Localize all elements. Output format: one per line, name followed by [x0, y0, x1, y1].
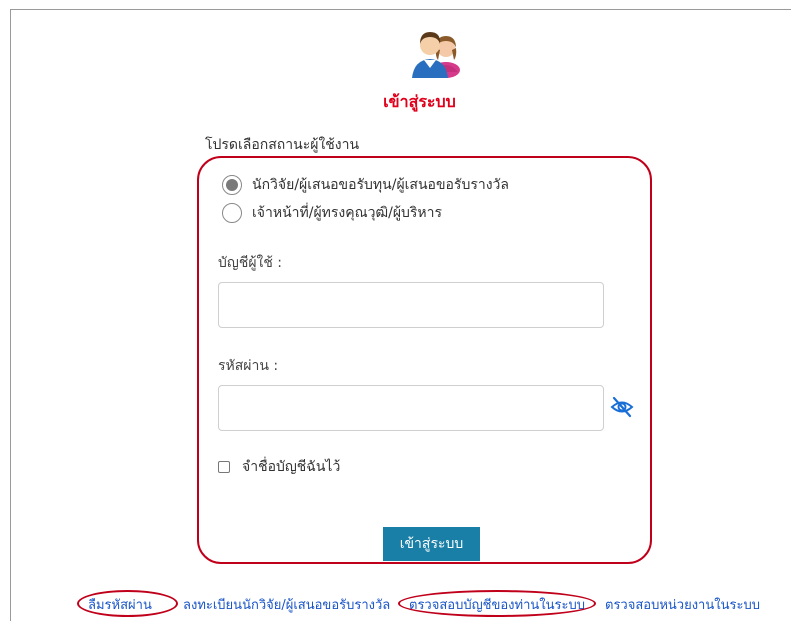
forgot-password-link[interactable]: ลืมรหัสผ่าน [88, 594, 152, 615]
remember-me-checkbox[interactable] [218, 461, 230, 473]
register-link[interactable]: ลงทะเบียนนักวิจัย/ผู้เสนอขอรับรางวัล [183, 594, 390, 615]
radio-label-researcher: นักวิจัย/ผู้เสนอขอรับทุน/ผู้เสนอขอรับราง… [252, 177, 509, 193]
login-button[interactable]: เข้าสู่ระบบ [383, 527, 480, 561]
remember-me-row[interactable]: จำชื่อบัญชีฉันไว้ [218, 456, 340, 478]
radio-label-staff: เจ้าหน้าที่/ผู้ทรงคุณวุฒิ/ผู้บริหาร [252, 205, 443, 221]
radio-button-researcher[interactable] [222, 175, 242, 195]
password-label: รหัสผ่าน : [218, 358, 279, 374]
radio-option-researcher[interactable]: นักวิจัย/ผู้เสนอขอรับทุน/ผู้เสนอขอรับราง… [222, 174, 509, 196]
check-account-link[interactable]: ตรวจสอบบัญชีของท่านในระบบ [409, 594, 585, 615]
username-label: บัญชีผู้ใช้ : [218, 255, 283, 271]
footer-links: ลืมรหัสผ่าน ลงทะเบียนนักวิจัย/ผู้เสนอขอร… [0, 594, 791, 616]
page-title: เข้าสู่ระบบ [383, 92, 456, 111]
remember-me-label: จำชื่อบัญชีฉันไว้ [242, 459, 341, 475]
login-page: เข้าสู่ระบบ โปรดเลือกสถานะผู้ใช้งาน นักว… [0, 0, 791, 621]
password-input[interactable] [218, 385, 604, 431]
check-unit-link[interactable]: ตรวจสอบหน่วยงานในระบบ [605, 594, 760, 615]
eye-slash-icon[interactable] [610, 396, 634, 418]
users-avatar-icon [412, 32, 460, 78]
username-input[interactable] [218, 282, 604, 328]
frame-border-top [10, 9, 791, 10]
radio-button-staff[interactable] [222, 203, 242, 223]
radio-option-staff[interactable]: เจ้าหน้าที่/ผู้ทรงคุณวุฒิ/ผู้บริหาร [222, 202, 442, 224]
user-status-label: โปรดเลือกสถานะผู้ใช้งาน [205, 137, 360, 153]
